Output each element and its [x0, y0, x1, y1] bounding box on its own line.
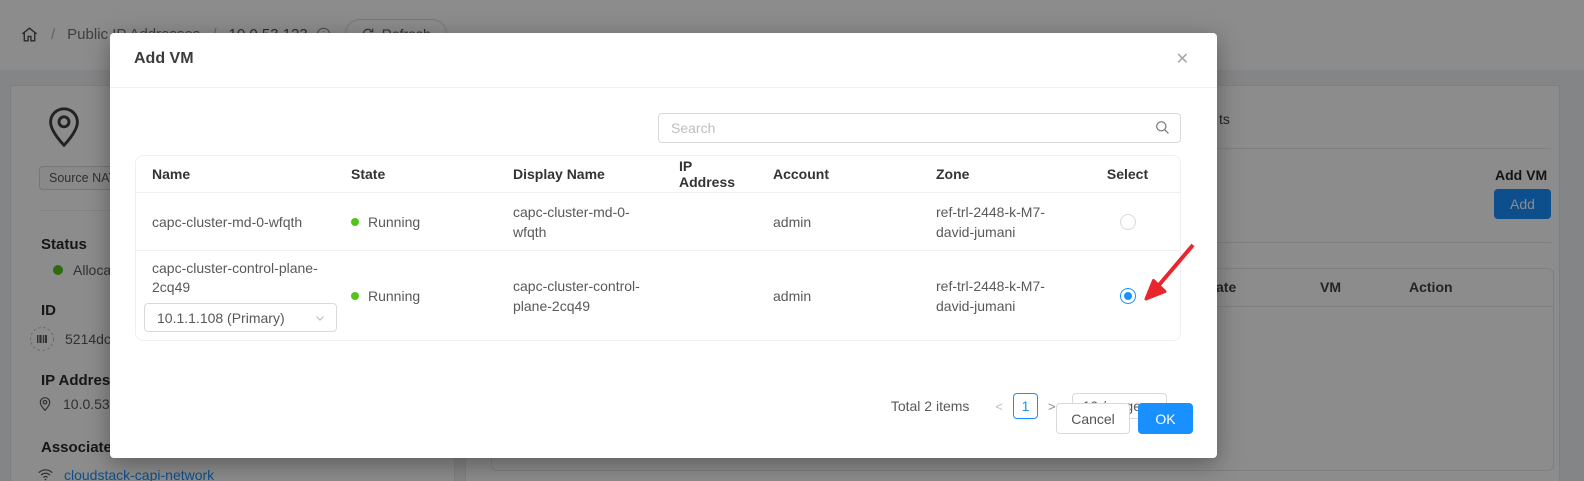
cell-select	[1075, 213, 1180, 230]
cell-name: capc-cluster-md-0-wfqth	[136, 214, 335, 230]
table-row: capc-cluster-control-plane-2cq49 10.1.1.…	[136, 251, 1180, 340]
pagination-prev-icon[interactable]: <	[995, 399, 1003, 414]
cell-display-name: capc-cluster-control-plane-2cq49	[497, 276, 663, 316]
nic-selected-value: 10.1.1.108 (Primary)	[157, 310, 314, 326]
header-state: State	[335, 166, 497, 182]
cell-account: admin	[757, 288, 920, 304]
search-icon[interactable]	[1154, 119, 1171, 141]
search-box	[658, 113, 1181, 143]
header-display-name: Display Name	[497, 166, 663, 182]
modal-footer: Cancel OK	[1056, 403, 1193, 434]
cell-display-name: capc-cluster-md-0-wfqth	[497, 202, 663, 242]
nic-select-dropdown[interactable]: 10.1.1.108 (Primary)	[144, 303, 337, 332]
modal-title: Add VM	[134, 50, 194, 68]
table-header-row: Name State Display Name IP Address Accou…	[136, 156, 1180, 193]
cell-name: capc-cluster-control-plane-2cq49 10.1.1.…	[136, 259, 335, 332]
header-select: Select	[1075, 166, 1180, 182]
cell-account: admin	[757, 214, 920, 230]
ok-button[interactable]: OK	[1138, 403, 1193, 434]
chevron-down-icon	[314, 312, 326, 324]
pagination-next-icon[interactable]: >	[1048, 399, 1056, 414]
modal-header: Add VM ✕	[110, 33, 1217, 88]
state-text: Running	[368, 214, 420, 230]
close-icon[interactable]: ✕	[1176, 49, 1189, 71]
running-dot	[351, 218, 359, 226]
header-zone: Zone	[920, 166, 1075, 182]
cell-zone: ref-trl-2448-k-M7-david-jumani	[920, 202, 1075, 242]
vm-select-radio-checked[interactable]	[1120, 288, 1136, 304]
cell-zone: ref-trl-2448-k-M7-david-jumani	[920, 276, 1075, 316]
vm-select-radio[interactable]	[1120, 214, 1136, 230]
pagination-total: Total 2 items	[891, 398, 970, 414]
state-text: Running	[368, 288, 420, 304]
table-row: capc-cluster-md-0-wfqth Running capc-clu…	[136, 193, 1180, 251]
pagination-page-1[interactable]: 1	[1013, 393, 1038, 419]
cell-state: Running	[335, 288, 497, 304]
cancel-button[interactable]: Cancel	[1056, 403, 1130, 434]
cell-state: Running	[335, 214, 497, 230]
header-ip-address: IP Address	[663, 158, 757, 190]
vm-select-table: Name State Display Name IP Address Accou…	[135, 155, 1181, 341]
header-name: Name	[136, 166, 335, 182]
cell-select	[1075, 287, 1180, 304]
search-input[interactable]	[658, 113, 1181, 143]
header-account: Account	[757, 166, 920, 182]
vm-name: capc-cluster-control-plane-2cq49	[152, 259, 319, 297]
running-dot	[351, 292, 359, 300]
add-vm-modal: Add VM ✕ Name State Display Name IP Addr…	[110, 33, 1217, 458]
screen: / Public IP Addresses / 10.0.53.123 Refr…	[0, 0, 1584, 481]
